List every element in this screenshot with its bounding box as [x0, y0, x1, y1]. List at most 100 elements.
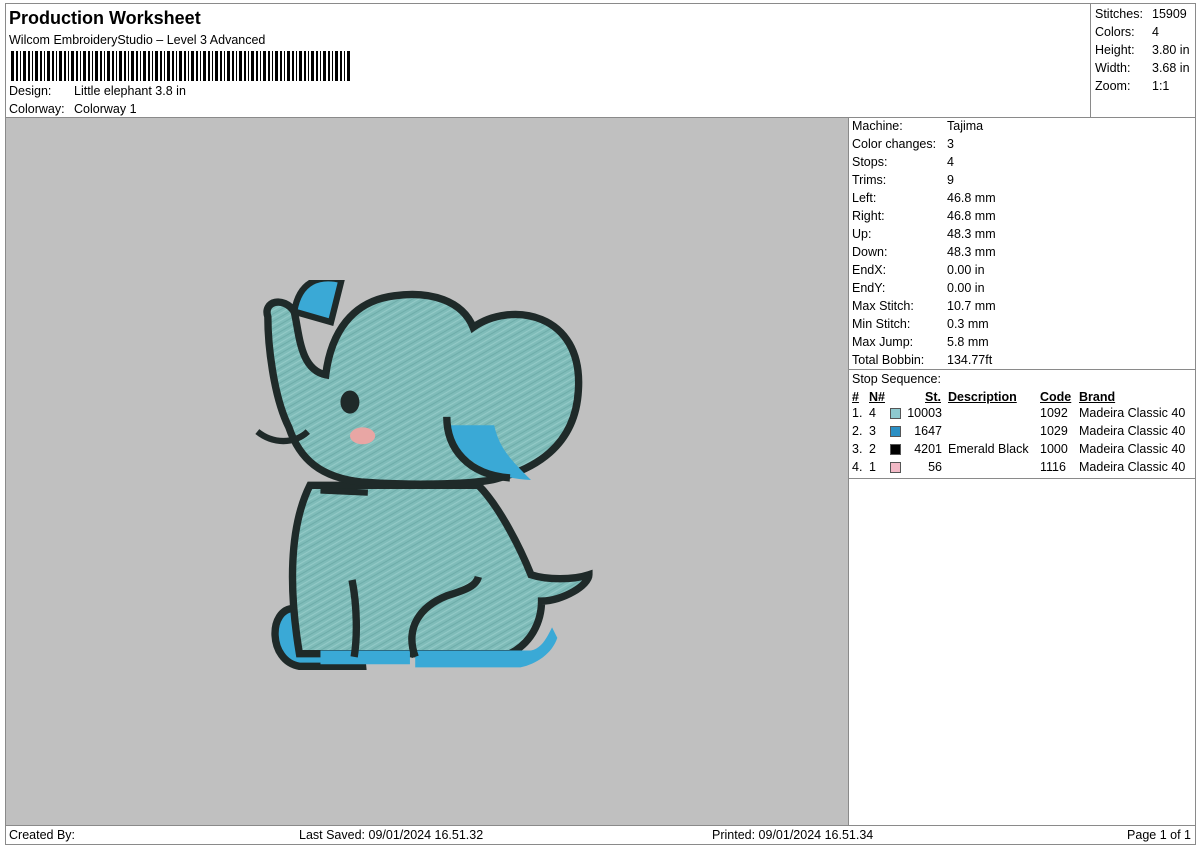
design-label: Design:	[9, 84, 52, 98]
barcode-image	[11, 51, 350, 81]
color-swatch	[890, 444, 901, 455]
stat-value: 4	[947, 155, 954, 169]
summary-colors: Colors: 4	[1095, 25, 1195, 43]
stat-value: 10.7 mm	[947, 299, 996, 313]
stat-value: 134.77ft	[947, 353, 993, 367]
details-panel: Machine: Tajima Color changes: 3 Stops: 4 Trim…	[848, 117, 1196, 826]
stat-row: Up: 48.3 mm	[852, 227, 1192, 245]
divider	[849, 478, 1195, 479]
stat-label: Max Stitch:	[852, 299, 914, 313]
needle-number: 2	[869, 442, 876, 456]
stat-label: Max Jump:	[852, 335, 914, 349]
stat-value: 46.8 mm	[947, 191, 996, 205]
created-by: Created By:	[9, 828, 76, 842]
stat-label: Right:	[852, 209, 885, 223]
stat-row: EndX: 0.00 in	[852, 263, 1192, 281]
stat-value: 9	[947, 173, 954, 187]
design-summary: Stitches: 15909 Colors: 4 Height: 3.80 i…	[1090, 3, 1196, 118]
thread-code: 1000	[1040, 442, 1068, 456]
sequence-number: 1.	[852, 406, 863, 420]
stat-row: Max Stitch: 10.7 mm	[852, 299, 1192, 317]
colors-value: 4	[1152, 25, 1159, 39]
sequence-number: 2.	[852, 424, 863, 438]
design-value: Little elephant 3.8 in	[74, 84, 186, 98]
needle-number: 1	[869, 460, 876, 474]
stat-value: 48.3 mm	[947, 245, 996, 259]
design-preview	[5, 117, 849, 826]
thread-code: 1092	[1040, 406, 1068, 420]
stat-row: EndY: 0.00 in	[852, 281, 1192, 299]
table-row: 2. 3 1647 1029 Madeira Classic 40	[849, 424, 1195, 442]
stat-row: Stops: 4	[852, 155, 1192, 173]
stat-label: EndY:	[852, 281, 886, 295]
stat-row: Left: 46.8 mm	[852, 191, 1192, 209]
worksheet-header: Production Worksheet Wilcom EmbroiderySt…	[5, 3, 1091, 118]
column-brand: Brand	[1079, 390, 1116, 404]
summary-width: Width: 3.68 in	[1095, 61, 1195, 79]
summary-zoom: Zoom: 1:1	[1095, 79, 1195, 97]
stat-value: 0.00 in	[947, 263, 985, 277]
stitch-count: 56	[928, 460, 942, 474]
page-number: Page 1 of 1	[1127, 828, 1191, 842]
stat-label: Color changes:	[852, 137, 937, 151]
stat-label: Stops:	[852, 155, 888, 169]
color-swatch	[890, 426, 901, 437]
colorway-label: Colorway:	[9, 102, 65, 116]
stat-row: Machine: Tajima	[852, 119, 1192, 137]
stat-label: EndX:	[852, 263, 887, 277]
table-row: 3. 2 4201 Emerald Black 1000 Madeira Classic …	[849, 442, 1195, 460]
divider	[849, 369, 1195, 370]
thread-description: Emerald Black	[948, 442, 1029, 456]
width-value: 3.68 in	[1152, 61, 1190, 75]
color-swatch	[890, 462, 901, 473]
stat-value: 46.8 mm	[947, 209, 996, 223]
stat-value: 48.3 mm	[947, 227, 996, 241]
width-label: Width:	[1095, 61, 1131, 75]
column-needle: N#	[869, 390, 885, 404]
thread-brand: Madeira Classic 40	[1079, 406, 1186, 420]
sequence-number: 3.	[852, 442, 863, 456]
column-stitches: St.	[925, 390, 941, 404]
stat-value: 5.8 mm	[947, 335, 989, 349]
stitch-count: 4201	[914, 442, 942, 456]
stop-sequence-title: Stop Sequence:	[852, 372, 941, 386]
height-value: 3.80 in	[1152, 43, 1190, 57]
stat-row: Color changes: 3	[852, 137, 1192, 155]
table-row: 1. 4 10003 1092 Madeira Classic 40	[849, 406, 1195, 424]
printed-date: Printed: 09/01/2024 16.51.34	[712, 828, 874, 842]
color-swatch	[890, 408, 901, 419]
stat-label: Down:	[852, 245, 888, 259]
colorway-value: Colorway 1	[74, 102, 137, 116]
height-label: Height:	[1095, 43, 1135, 57]
stat-value: 3	[947, 137, 954, 151]
needle-number: 3	[869, 424, 876, 438]
stat-label: Up:	[852, 227, 872, 241]
stat-label: Trims:	[852, 173, 887, 187]
summary-stitches: Stitches: 15909	[1095, 7, 1195, 25]
elephant-embroidery-image	[255, 280, 593, 670]
thread-brand: Madeira Classic 40	[1079, 442, 1186, 456]
stat-row: Trims: 9	[852, 173, 1192, 191]
column-code: Code	[1040, 390, 1072, 404]
stitch-count: 10003	[907, 406, 942, 420]
worksheet-footer: Created By: Last Saved: 09/01/2024 16.51…	[5, 825, 1196, 845]
colors-label: Colors:	[1095, 25, 1135, 39]
software-name: Wilcom EmbroideryStudio – Level 3 Advanc…	[9, 33, 266, 47]
stat-label: Total Bobbin:	[852, 353, 925, 367]
column-num: #	[852, 390, 859, 404]
sequence-number: 4.	[852, 460, 863, 474]
stat-value: 0.00 in	[947, 281, 985, 295]
stat-value: Tajima	[947, 119, 984, 133]
stat-label: Machine:	[852, 119, 903, 133]
summary-height: Height: 3.80 in	[1095, 43, 1195, 61]
stat-row: Down: 48.3 mm	[852, 245, 1192, 263]
stat-label: Min Stitch:	[852, 317, 911, 331]
stat-label: Left:	[852, 191, 877, 205]
needle-number: 4	[869, 406, 876, 420]
thread-brand: Madeira Classic 40	[1079, 424, 1186, 438]
zoom-value: 1:1	[1152, 79, 1170, 93]
stitches-value: 15909	[1152, 7, 1187, 21]
page-title: Production Worksheet	[9, 8, 201, 28]
thread-code: 1029	[1040, 424, 1068, 438]
stat-value: 0.3 mm	[947, 317, 989, 331]
